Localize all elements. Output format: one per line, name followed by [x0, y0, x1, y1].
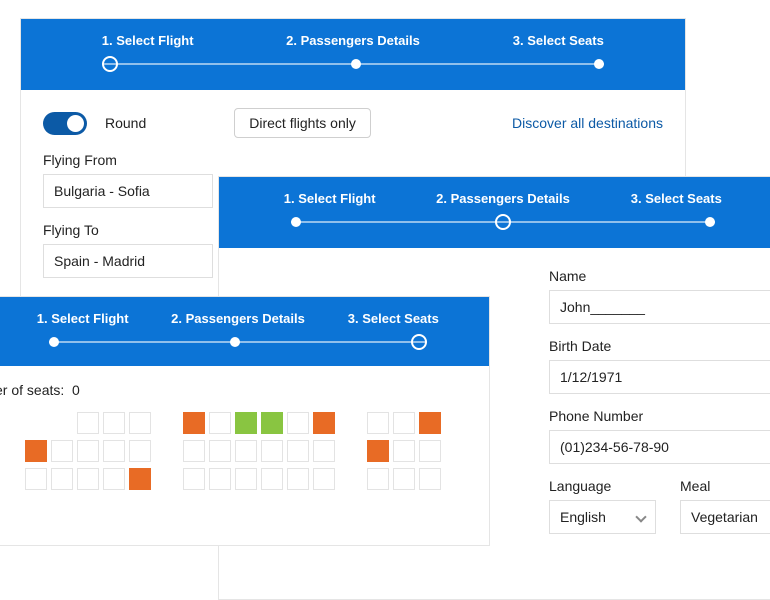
seat-occupied[interactable]: [183, 412, 205, 434]
step-c-dot-3[interactable]: [411, 334, 427, 350]
seat[interactable]: [103, 468, 125, 490]
step-c-1[interactable]: 1. Select Flight: [5, 311, 160, 326]
seat-selection-panel: 1. Select Flight 2. Passengers Details 3…: [0, 296, 490, 546]
step-b-3[interactable]: 3. Select Seats: [590, 191, 763, 206]
round-toggle[interactable]: [43, 112, 87, 135]
stepper-b: 1. Select Flight 2. Passengers Details 3…: [219, 177, 770, 248]
stepper-c: 1. Select Flight 2. Passengers Details 3…: [0, 297, 489, 366]
step-dot-1[interactable]: [102, 56, 118, 72]
seat[interactable]: [209, 412, 231, 434]
seat[interactable]: [235, 468, 257, 490]
seat[interactable]: [77, 468, 99, 490]
step-b-dot-1[interactable]: [291, 217, 301, 227]
name-input[interactable]: John_______: [549, 290, 770, 324]
seat[interactable]: [419, 440, 441, 462]
seat[interactable]: [103, 412, 125, 434]
seat[interactable]: [183, 468, 205, 490]
round-toggle-label: Round: [105, 115, 146, 131]
step-1[interactable]: 1. Select Flight: [45, 33, 250, 48]
chevron-down-icon: [635, 511, 646, 522]
step-dot-2[interactable]: [351, 59, 361, 69]
to-select[interactable]: Spain - Madrid: [43, 244, 213, 278]
seat-grid: [0, 406, 489, 504]
seat[interactable]: [51, 468, 73, 490]
birth-input[interactable]: 1/12/1971: [549, 360, 770, 394]
seat-occupied[interactable]: [419, 412, 441, 434]
seat[interactable]: [393, 468, 415, 490]
seat-selected[interactable]: [235, 412, 257, 434]
step-b-2[interactable]: 2. Passengers Details: [416, 191, 589, 206]
step-2[interactable]: 2. Passengers Details: [250, 33, 455, 48]
seat[interactable]: [313, 468, 335, 490]
phone-label: Phone Number: [549, 408, 770, 424]
step-c-2[interactable]: 2. Passengers Details: [160, 311, 315, 326]
meal-label: Meal: [680, 478, 770, 494]
seat[interactable]: [287, 440, 309, 462]
step-3[interactable]: 3. Select Seats: [456, 33, 661, 48]
step-dot-3[interactable]: [594, 59, 604, 69]
seat-count: er of seats: 0: [0, 366, 489, 406]
birth-label: Birth Date: [549, 338, 770, 354]
seat[interactable]: [103, 440, 125, 462]
seat-occupied[interactable]: [313, 412, 335, 434]
language-select[interactable]: English: [549, 500, 656, 534]
language-label: Language: [549, 478, 656, 494]
seat[interactable]: [287, 468, 309, 490]
stepper: 1. Select Flight 2. Passengers Details 3…: [21, 19, 685, 90]
seat[interactable]: [77, 440, 99, 462]
seat[interactable]: [209, 468, 231, 490]
seat[interactable]: [25, 468, 47, 490]
seat[interactable]: [183, 440, 205, 462]
meal-select[interactable]: Vegetarian: [680, 500, 770, 534]
step-b-dot-3[interactable]: [705, 217, 715, 227]
step-c-dot-1[interactable]: [49, 337, 59, 347]
seat[interactable]: [287, 412, 309, 434]
seat-occupied[interactable]: [129, 468, 151, 490]
direct-flights-button[interactable]: Direct flights only: [234, 108, 371, 138]
from-label: Flying From: [43, 152, 663, 168]
seat[interactable]: [129, 412, 151, 434]
seat[interactable]: [393, 412, 415, 434]
from-select[interactable]: Bulgaria - Sofia: [43, 174, 213, 208]
seat[interactable]: [261, 468, 283, 490]
seat[interactable]: [419, 468, 441, 490]
step-c-dot-2[interactable]: [230, 337, 240, 347]
seat[interactable]: [261, 440, 283, 462]
seat[interactable]: [129, 440, 151, 462]
name-label: Name: [549, 268, 770, 284]
seat-occupied[interactable]: [367, 440, 389, 462]
seat[interactable]: [367, 468, 389, 490]
phone-input[interactable]: (01)234-56-78-90: [549, 430, 770, 464]
seat[interactable]: [209, 440, 231, 462]
seat[interactable]: [367, 412, 389, 434]
seat[interactable]: [393, 440, 415, 462]
seat[interactable]: [51, 440, 73, 462]
seat[interactable]: [235, 440, 257, 462]
step-b-dot-2[interactable]: [495, 214, 511, 230]
seat[interactable]: [313, 440, 335, 462]
step-c-3[interactable]: 3. Select Seats: [316, 311, 471, 326]
seat-occupied[interactable]: [25, 440, 47, 462]
discover-link[interactable]: Discover all destinations: [512, 115, 663, 131]
step-b-1[interactable]: 1. Select Flight: [243, 191, 416, 206]
seat[interactable]: [77, 412, 99, 434]
seat-selected[interactable]: [261, 412, 283, 434]
